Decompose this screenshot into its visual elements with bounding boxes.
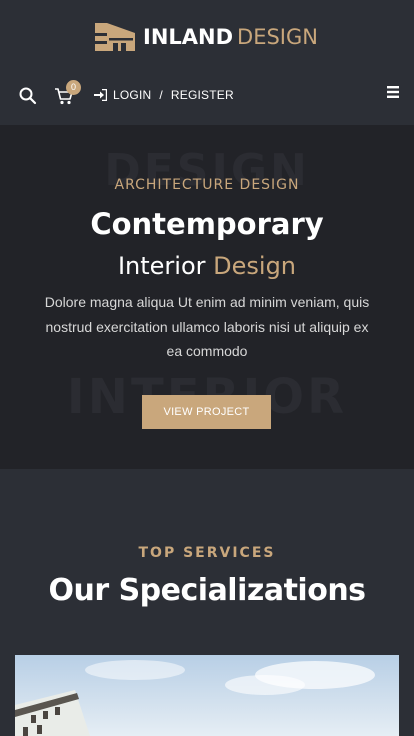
hero-section: DESIGN INTERIOR ARCHITECTURE DESIGN Cont…	[0, 125, 414, 469]
hero-subtitle-part2: Design	[213, 252, 297, 280]
cart-count-badge: 0	[66, 80, 81, 95]
top-nav: 0 LOGIN / REGISTER	[0, 78, 414, 112]
services-title: Our Specializations	[48, 573, 366, 608]
login-link[interactable]: LOGIN	[113, 88, 151, 102]
service-image[interactable]	[15, 655, 399, 736]
login-icon	[94, 89, 107, 101]
account-links: LOGIN / REGISTER	[94, 88, 234, 102]
services-kicker: TOP SERVICES	[138, 545, 276, 561]
site-logo[interactable]: INLAND DESIGN	[93, 20, 318, 54]
hero-subtitle-part1: Interior	[117, 252, 206, 280]
logo-word-inland: INLAND	[143, 25, 234, 49]
logo-word-design: DESIGN	[237, 25, 318, 49]
hero-title: Contemporary	[90, 207, 324, 241]
services-section: TOP SERVICES Our Specializations	[0, 469, 414, 736]
search-icon[interactable]	[18, 86, 38, 106]
site-header: INLAND DESIGN 0 LOGIN / REGISTER	[0, 0, 414, 125]
view-project-button[interactable]: VIEW PROJECT	[142, 395, 271, 429]
nav-separator: /	[159, 88, 163, 102]
hero-kicker: ARCHITECTURE DESIGN	[114, 177, 300, 193]
logo-icon	[93, 23, 135, 51]
building-photo	[15, 660, 375, 736]
register-link[interactable]: REGISTER	[171, 88, 234, 102]
hero-description: Dolore magna aliqua Ut enim ad minim ven…	[44, 294, 370, 359]
menu-icon[interactable]	[386, 85, 400, 99]
hero-subtitle: Interior Design	[0, 252, 414, 280]
